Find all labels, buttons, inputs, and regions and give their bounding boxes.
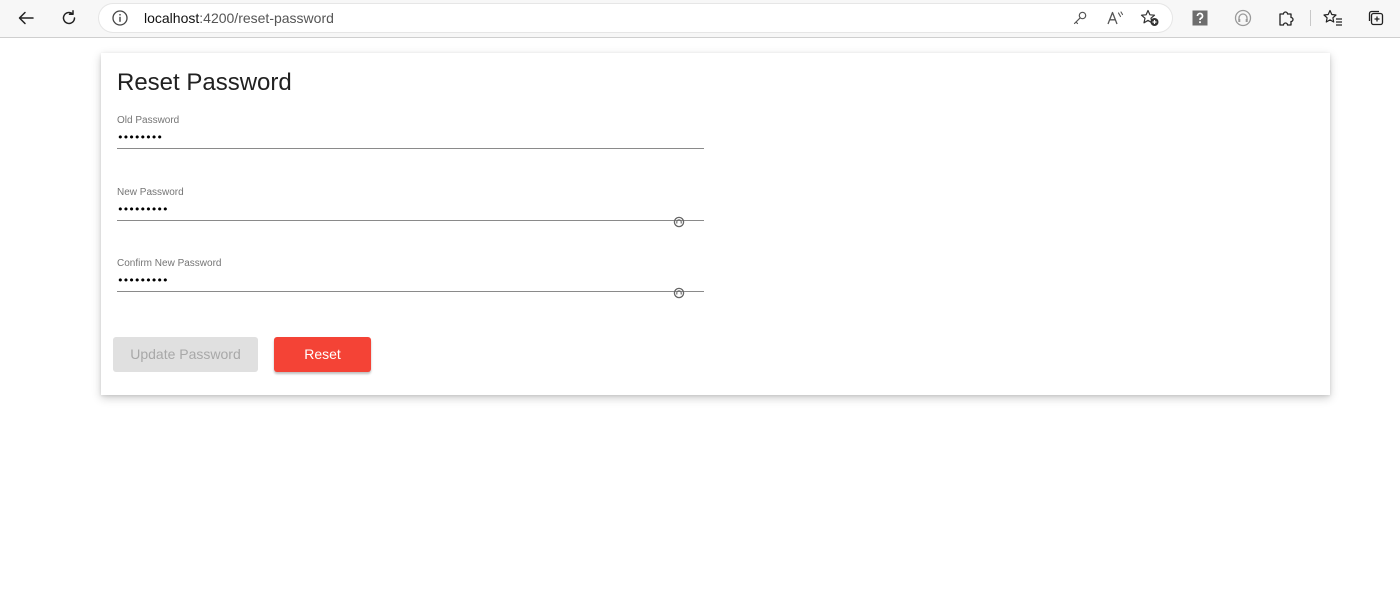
browser-toolbar: localhost:4200/reset-password bbox=[0, 0, 1400, 38]
new-password-label: New Password bbox=[117, 187, 184, 198]
refresh-button[interactable] bbox=[54, 4, 84, 32]
collections-button[interactable] bbox=[1361, 4, 1391, 32]
old-password-input[interactable] bbox=[117, 128, 672, 146]
headphones-icon bbox=[1234, 9, 1252, 27]
new-password-underline bbox=[117, 220, 704, 221]
arrow-left-icon bbox=[18, 11, 34, 25]
extensions-button[interactable] bbox=[1271, 4, 1301, 32]
password-reveal-icon[interactable] bbox=[673, 216, 685, 228]
reset-button[interactable]: Reset bbox=[274, 337, 371, 372]
confirm-password-input[interactable] bbox=[117, 271, 672, 289]
key-icon bbox=[1073, 11, 1087, 25]
info-icon[interactable] bbox=[111, 9, 129, 27]
old-password-underline bbox=[117, 148, 704, 149]
update-password-button[interactable]: Update Password bbox=[113, 337, 258, 372]
back-button[interactable] bbox=[11, 4, 41, 32]
old-password-label: Old Password bbox=[117, 115, 180, 126]
new-password-field[interactable]: New Password bbox=[117, 187, 704, 228]
url-host: localhost bbox=[144, 10, 200, 26]
star-plus-icon bbox=[1140, 9, 1159, 26]
refresh-icon bbox=[62, 10, 76, 25]
old-password-field[interactable]: Old Password bbox=[117, 115, 704, 155]
url-path: :4200/reset-password bbox=[199, 10, 334, 26]
tracking-button[interactable] bbox=[1228, 4, 1258, 32]
collections-icon bbox=[1368, 10, 1384, 26]
new-password-input[interactable] bbox=[117, 200, 672, 218]
favorites-list-icon bbox=[1323, 9, 1342, 26]
puzzle-icon bbox=[1279, 11, 1294, 26]
url-text[interactable]: localhost:4200/reset-password bbox=[144, 10, 334, 26]
confirm-password-label: Confirm New Password bbox=[117, 258, 222, 269]
read-aloud-button[interactable] bbox=[1104, 8, 1126, 28]
question-icon bbox=[1192, 10, 1208, 26]
confirm-password-field[interactable]: Confirm New Password bbox=[117, 258, 704, 299]
address-bar[interactable]: localhost:4200/reset-password bbox=[99, 4, 1172, 32]
help-extension-button[interactable] bbox=[1185, 4, 1215, 32]
read-aloud-icon bbox=[1107, 11, 1124, 25]
password-reveal-icon[interactable] bbox=[673, 287, 685, 299]
add-favorite-button[interactable] bbox=[1139, 8, 1161, 28]
favorites-button[interactable] bbox=[1318, 4, 1348, 32]
password-manager-button[interactable] bbox=[1069, 8, 1091, 28]
page-title: Reset Password bbox=[117, 69, 292, 96]
confirm-password-underline bbox=[117, 291, 704, 292]
toolbar-separator bbox=[1310, 10, 1311, 26]
reset-password-card: Reset Password Old Password New Password… bbox=[101, 53, 1330, 395]
